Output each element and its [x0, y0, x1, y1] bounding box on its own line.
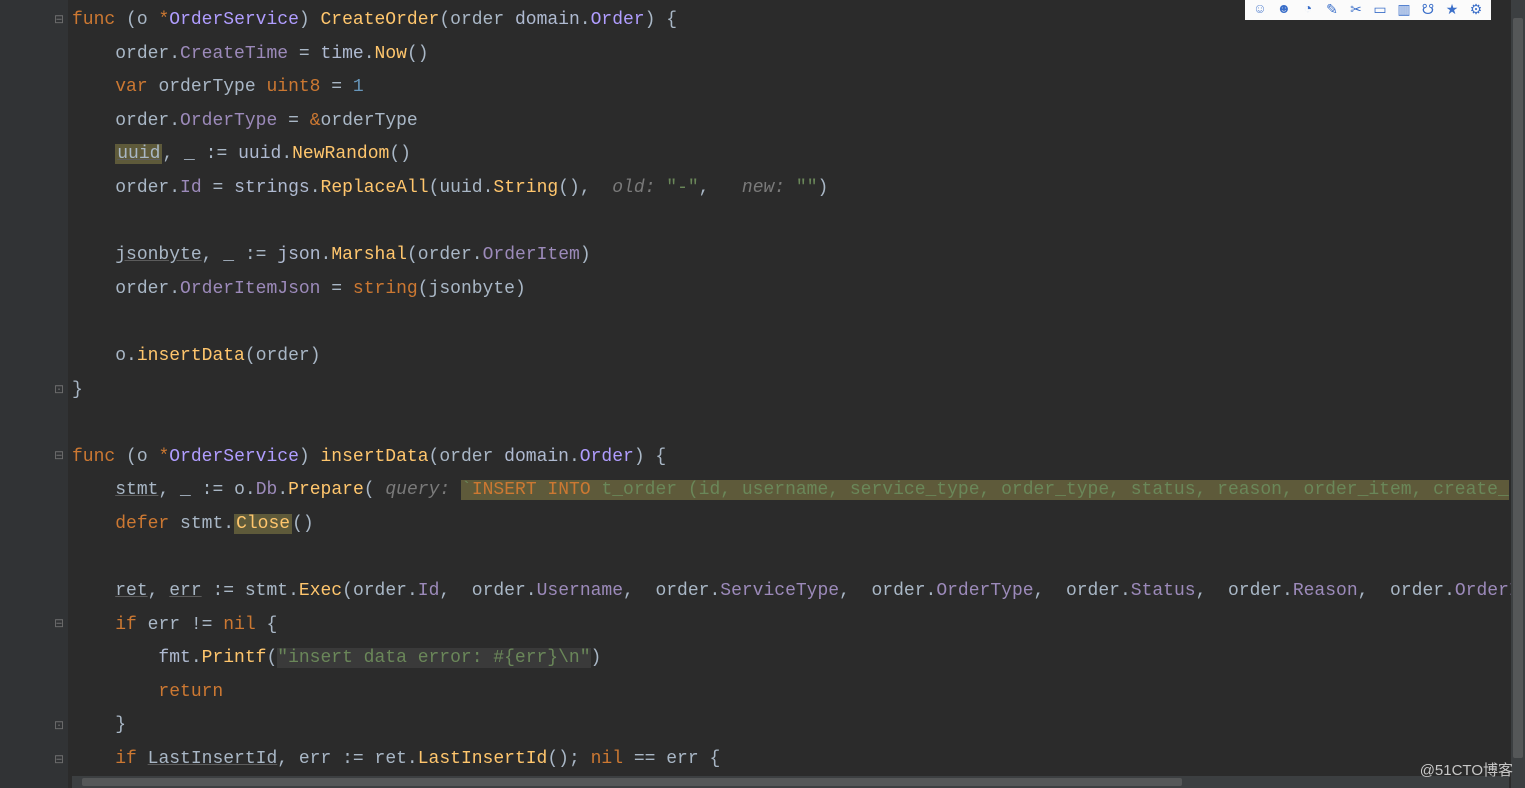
code-line[interactable]: defer stmt.Close(): [0, 508, 1525, 542]
code-line[interactable]: fmt.Printf("insert data error: #{err}\n"…: [0, 642, 1525, 676]
code-line[interactable]: uuid, _ := uuid.NewRandom(): [0, 138, 1525, 172]
scissors-icon[interactable]: ✂: [1349, 3, 1363, 17]
fold-close-icon[interactable]: ⊡: [54, 374, 64, 408]
scrollbar-thumb[interactable]: [82, 778, 1182, 786]
code-line[interactable]: order.OrderItemJson = string(jsonbyte): [0, 273, 1525, 307]
code-line[interactable]: order.OrderType = &orderType: [0, 105, 1525, 139]
code-line[interactable]: order.Id = strings.ReplaceAll(uuid.Strin…: [0, 172, 1525, 206]
fold-open-icon[interactable]: ⊟: [54, 4, 64, 38]
code-line[interactable]: order.CreateTime = time.Now(): [0, 38, 1525, 72]
fold-open-icon[interactable]: ⊟: [54, 744, 64, 778]
smile-icon[interactable]: ☻: [1277, 3, 1291, 17]
code-line[interactable]: func (o *OrderService) insertData(order …: [0, 441, 1525, 475]
code-line[interactable]: ret, err := stmt.Exec(order.Id, order.Us…: [0, 575, 1525, 609]
code-editor[interactable]: ⊟ ⊡ ⊟ ⊟ ⊡ ⊟ func (o *OrderService) Creat…: [0, 0, 1525, 788]
scrollbar-thumb[interactable]: [1513, 18, 1523, 758]
code-line[interactable]: if err != nil {: [0, 609, 1525, 643]
pencil-icon[interactable]: ✎: [1325, 3, 1339, 17]
watermark: @51CTO博客: [1420, 759, 1513, 780]
code-line[interactable]: return: [0, 676, 1525, 710]
code-line[interactable]: [0, 306, 1525, 340]
code-line[interactable]: [0, 206, 1525, 240]
clipboard-icon[interactable]: ▭: [1373, 3, 1387, 17]
code-line[interactable]: var orderType uint8 = 1: [0, 71, 1525, 105]
horizontal-scrollbar[interactable]: [72, 776, 1509, 788]
inbox-icon[interactable]: ▥: [1397, 3, 1411, 17]
fold-close-icon[interactable]: ⊡: [54, 710, 64, 744]
star-icon[interactable]: ★: [1445, 3, 1459, 17]
code-line[interactable]: }: [0, 374, 1525, 408]
clock-icon[interactable]: ◔: [1301, 3, 1315, 17]
vertical-scrollbar[interactable]: [1511, 0, 1525, 788]
fold-open-icon[interactable]: ⊟: [54, 608, 64, 642]
uuid-highlight: uuid: [115, 144, 162, 164]
code-line[interactable]: if LastInsertId, err := ret.LastInsertId…: [0, 743, 1525, 777]
code-line[interactable]: jsonbyte, _ := json.Marshal(order.OrderI…: [0, 239, 1525, 273]
fold-open-icon[interactable]: ⊟: [54, 440, 64, 474]
gear-icon[interactable]: ⚙: [1469, 3, 1483, 17]
code-line[interactable]: [0, 542, 1525, 576]
people-icon[interactable]: ☋: [1421, 3, 1435, 17]
code-line[interactable]: [0, 407, 1525, 441]
floating-toolbar[interactable]: ☺ ☻ ◔ ✎ ✂ ▭ ▥ ☋ ★ ⚙: [1245, 0, 1491, 20]
code-line[interactable]: stmt, _ := o.Db.Prepare( query: `INSERT …: [0, 474, 1525, 508]
face-icon[interactable]: ☺: [1253, 3, 1267, 17]
code-line[interactable]: o.insertData(order): [0, 340, 1525, 374]
code-line[interactable]: }: [0, 709, 1525, 743]
